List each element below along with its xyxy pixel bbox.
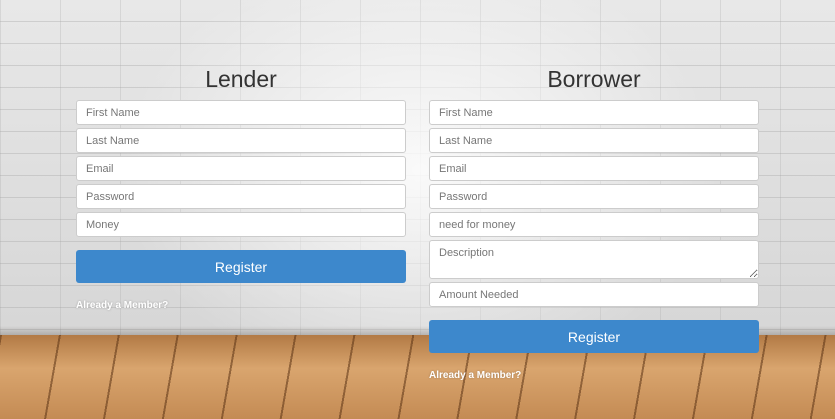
borrower-register-button[interactable]: Register (429, 320, 759, 353)
borrower-description-textarea[interactable] (429, 240, 759, 279)
lender-last-name-input[interactable] (76, 128, 406, 153)
lender-already-member-link[interactable]: Already a Member? (76, 300, 406, 311)
lender-register-button[interactable]: Register (76, 250, 406, 283)
lender-form: Lender Register Already a Member? (76, 64, 406, 311)
lender-password-input[interactable] (76, 184, 406, 209)
borrower-first-name-input[interactable] (429, 100, 759, 125)
borrower-amount-needed-input[interactable] (429, 282, 759, 307)
lender-title: Lender (205, 66, 277, 92)
borrower-email-input[interactable] (429, 156, 759, 181)
borrower-form: Borrower Register Already a Member? (429, 64, 759, 381)
borrower-need-for-money-input[interactable] (429, 212, 759, 237)
borrower-already-member-link[interactable]: Already a Member? (429, 370, 759, 381)
borrower-password-input[interactable] (429, 184, 759, 209)
lender-first-name-input[interactable] (76, 100, 406, 125)
borrower-last-name-input[interactable] (429, 128, 759, 153)
lender-money-input[interactable] (76, 212, 406, 237)
borrower-title: Borrower (547, 66, 641, 92)
lender-email-input[interactable] (76, 156, 406, 181)
